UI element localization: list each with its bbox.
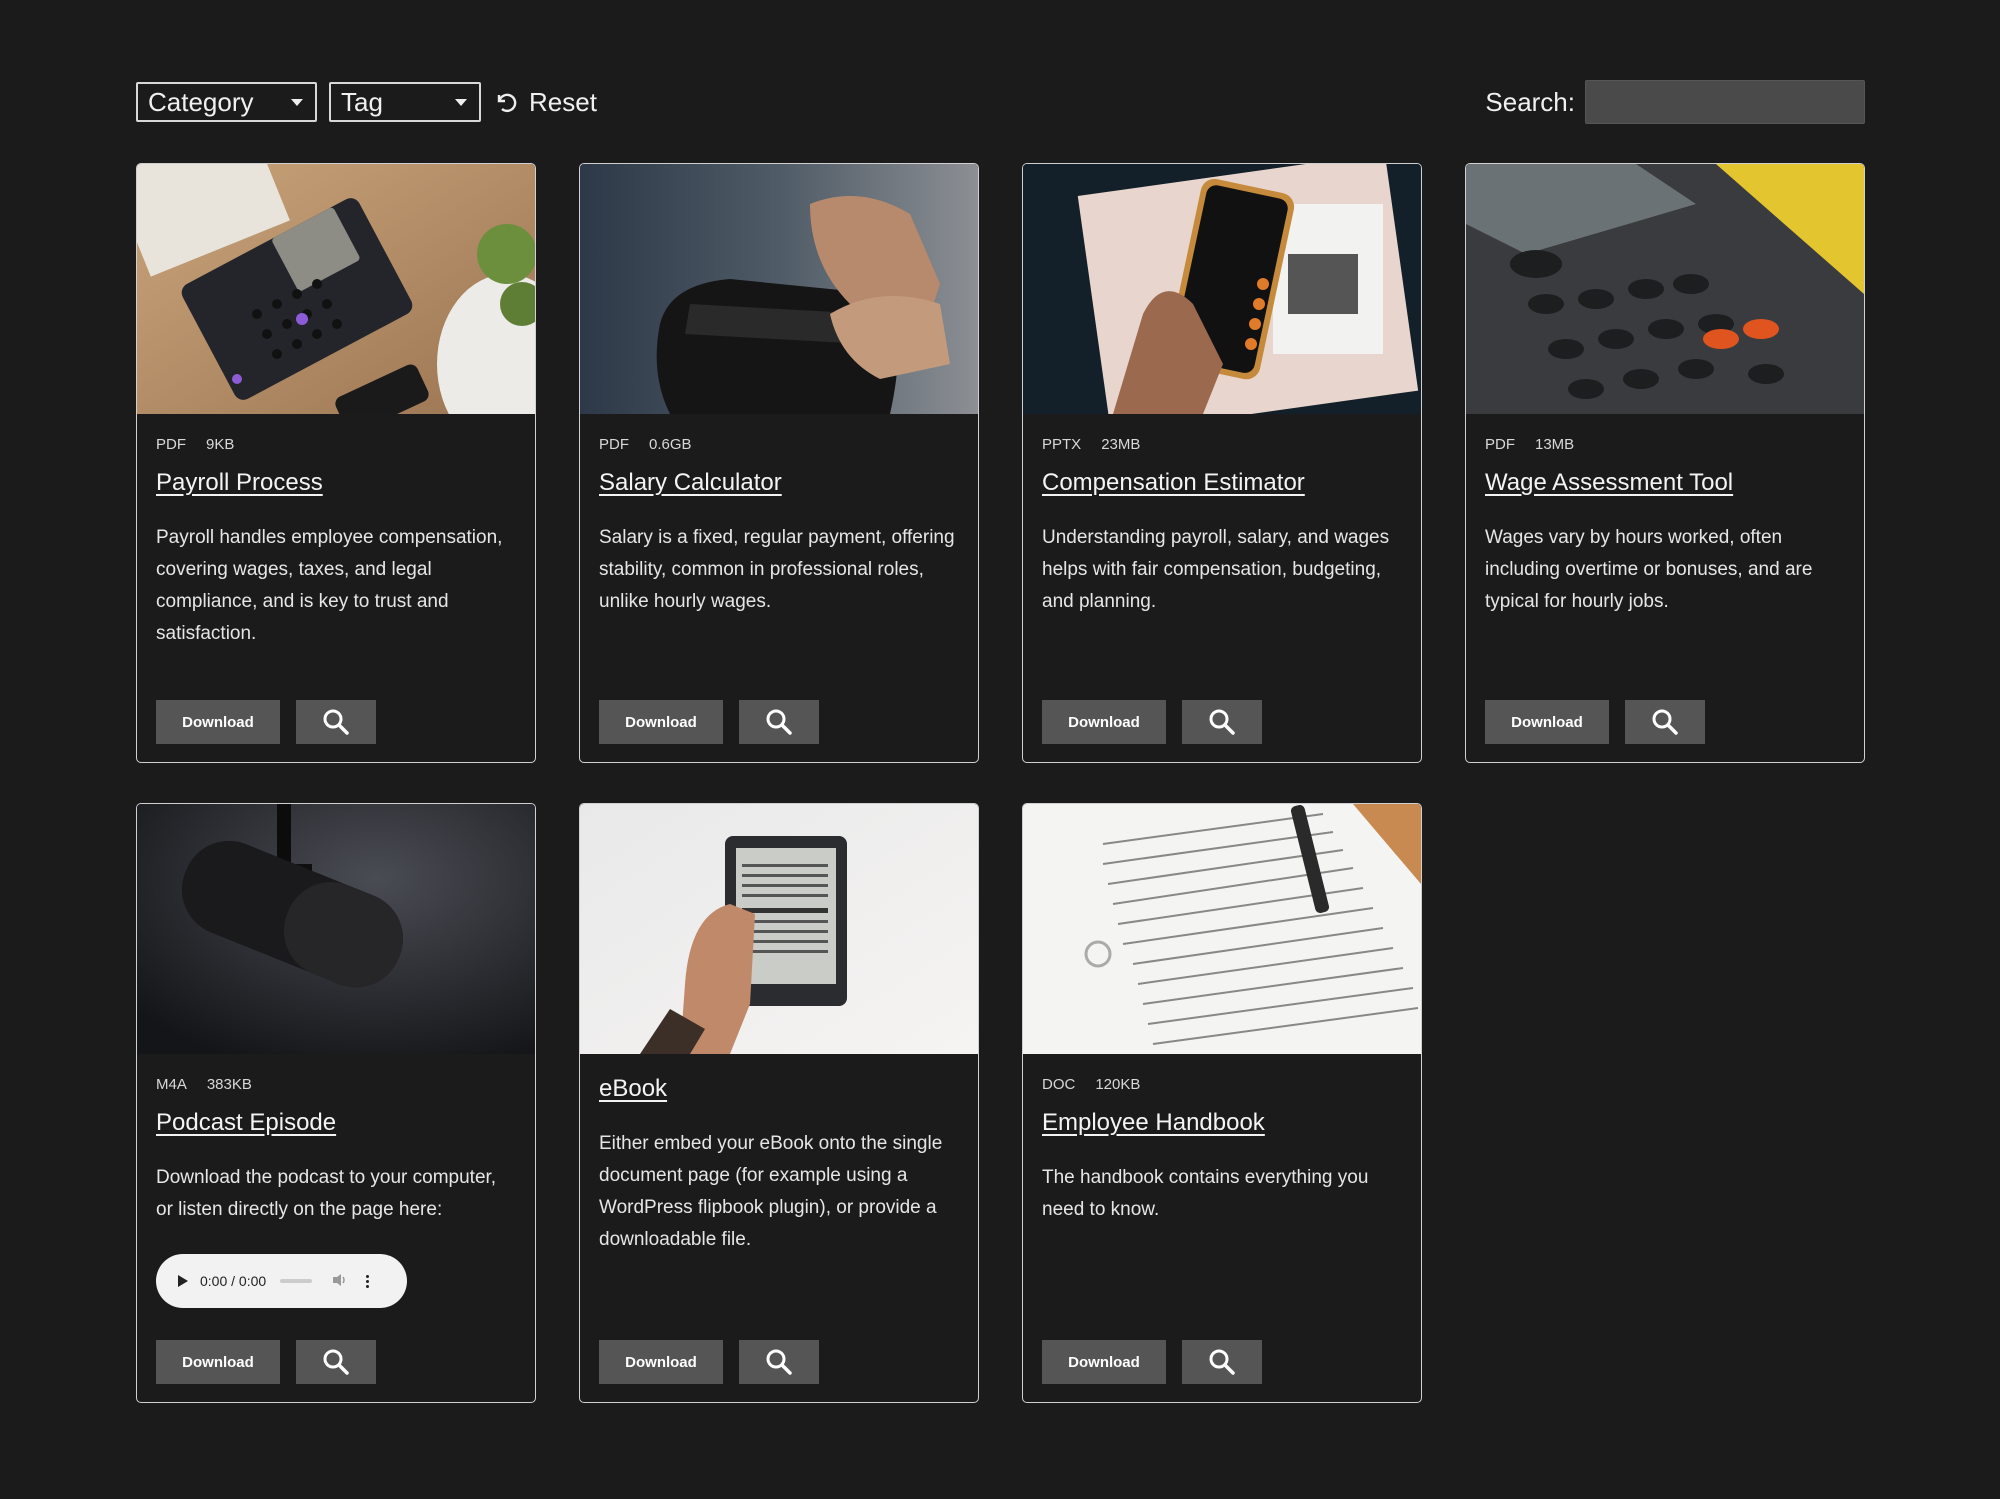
search-icon [766, 1349, 792, 1375]
card-actions: Download [156, 700, 376, 744]
card-description: Salary is a fixed, regular payment, offe… [599, 527, 955, 612]
file-type: PDF [599, 436, 629, 453]
card-title-link[interactable]: Compensation Estimator [1042, 469, 1305, 497]
card-description: Wages vary by hours worked, often includ… [1485, 527, 1813, 612]
download-button[interactable]: Download [1042, 1340, 1166, 1384]
file-type: M4A [156, 1076, 187, 1093]
resource-card-payroll-process: PDF 9KB Payroll Process Payroll handles … [136, 163, 536, 763]
file-meta: M4A 383KB [156, 1076, 272, 1093]
scientific-calculator-image [1466, 164, 1864, 414]
search-icon [766, 709, 792, 735]
resource-card-salary-calculator: PDF 0.6GB Salary Calculator Salary is a … [579, 163, 979, 763]
preview-button[interactable] [1625, 700, 1705, 744]
search-area: Search: [1485, 80, 1865, 124]
search-label: Search: [1485, 86, 1575, 117]
card-title-link[interactable]: Employee Handbook [1042, 1109, 1265, 1137]
category-select[interactable]: Category [136, 82, 317, 122]
card-description: Understanding payroll, salary, and wages… [1042, 527, 1390, 612]
card-title-link[interactable]: Podcast Episode [156, 1109, 336, 1137]
preview-button[interactable] [739, 1340, 819, 1384]
phone-calculator-image [1023, 164, 1421, 414]
tag-select[interactable]: Tag [329, 82, 481, 122]
search-icon [323, 1349, 349, 1375]
chevron-down-icon [455, 98, 467, 106]
file-meta: PDF 9KB [156, 436, 254, 453]
search-input[interactable] [1585, 80, 1865, 124]
more-options-icon[interactable] [366, 1274, 370, 1289]
resource-card-employee-handbook: DOC 120KB Employee Handbook The handbook… [1022, 803, 1422, 1403]
audio-time: 0:00 / 0:00 [200, 1273, 267, 1289]
microphone-image [137, 804, 535, 1054]
card-actions: Download [599, 1340, 819, 1384]
card-title-link[interactable]: Salary Calculator [599, 469, 782, 497]
chevron-down-icon [291, 98, 303, 106]
download-button[interactable]: Download [599, 700, 723, 744]
category-select-label: Category [148, 86, 254, 117]
file-size: 13MB [1535, 436, 1575, 453]
search-icon [323, 709, 349, 735]
tag-select-label: Tag [341, 86, 383, 117]
download-button[interactable]: Download [156, 700, 280, 744]
card-description: Either embed your eBook onto the single … [599, 1133, 943, 1250]
file-type: PDF [1485, 436, 1515, 453]
calculator-on-desk-image [137, 164, 535, 414]
preview-button[interactable] [296, 700, 376, 744]
file-meta: DOC 120KB [1042, 1076, 1160, 1093]
undo-icon [497, 93, 517, 113]
file-type: PPTX [1042, 436, 1082, 453]
wallet-image [580, 164, 978, 414]
preview-button[interactable] [1182, 1340, 1262, 1384]
file-size: 383KB [206, 1076, 252, 1093]
ereader-image [580, 804, 978, 1054]
card-actions: Download [1485, 700, 1705, 744]
preview-button[interactable] [739, 700, 819, 744]
handbook-document-image [1023, 804, 1421, 1054]
card-title-link[interactable]: eBook [599, 1075, 667, 1103]
resource-card-compensation-estimator: PPTX 23MB Compensation Estimator Underst… [1022, 163, 1422, 763]
volume-icon[interactable] [332, 1273, 348, 1290]
file-size: 9KB [206, 436, 235, 453]
play-icon[interactable] [178, 1275, 188, 1287]
download-button[interactable]: Download [156, 1340, 280, 1384]
filter-toolbar: Category Tag Reset Search: [136, 80, 1865, 124]
card-actions: Download [156, 1340, 376, 1384]
card-actions: Download [1042, 1340, 1262, 1384]
search-icon [1652, 709, 1678, 735]
preview-button[interactable] [296, 1340, 376, 1384]
file-meta: PDF 0.6GB [599, 436, 712, 453]
file-type: PDF [156, 436, 186, 453]
card-actions: Download [1042, 700, 1262, 744]
resource-card-podcast-episode: M4A 383KB Podcast Episode Download the p… [136, 803, 536, 1403]
preview-button[interactable] [1182, 700, 1262, 744]
resource-card-wage-assessment-tool: PDF 13MB Wage Assessment Tool Wages vary… [1465, 163, 1865, 763]
download-button[interactable]: Download [599, 1340, 723, 1384]
download-button[interactable]: Download [1042, 700, 1166, 744]
reset-button[interactable]: Reset [493, 87, 597, 118]
card-title-link[interactable]: Payroll Process [156, 469, 323, 497]
card-description: Download the podcast to your computer, o… [156, 1167, 497, 1220]
search-icon [1209, 1349, 1235, 1375]
file-meta: PPTX 23MB [1042, 436, 1160, 453]
download-button[interactable]: Download [1485, 700, 1609, 744]
file-size: 23MB [1101, 436, 1141, 453]
file-size: 120KB [1095, 1076, 1141, 1093]
audio-progress-slider[interactable] [280, 1279, 313, 1283]
card-description: The handbook contains everything you nee… [1042, 1167, 1369, 1220]
search-icon [1209, 709, 1235, 735]
card-actions: Download [599, 700, 819, 744]
resource-card-ebook: eBook Either embed your eBook onto the s… [579, 803, 979, 1403]
file-meta: PDF 13MB [1485, 436, 1594, 453]
file-type: DOC [1042, 1076, 1076, 1093]
card-description: Payroll handles employee compensation, c… [156, 527, 503, 644]
reset-label: Reset [529, 86, 597, 117]
file-size: 0.6GB [649, 436, 692, 453]
audio-player: 0:00 / 0:00 [156, 1254, 407, 1308]
card-title-link[interactable]: Wage Assessment Tool [1485, 469, 1733, 497]
